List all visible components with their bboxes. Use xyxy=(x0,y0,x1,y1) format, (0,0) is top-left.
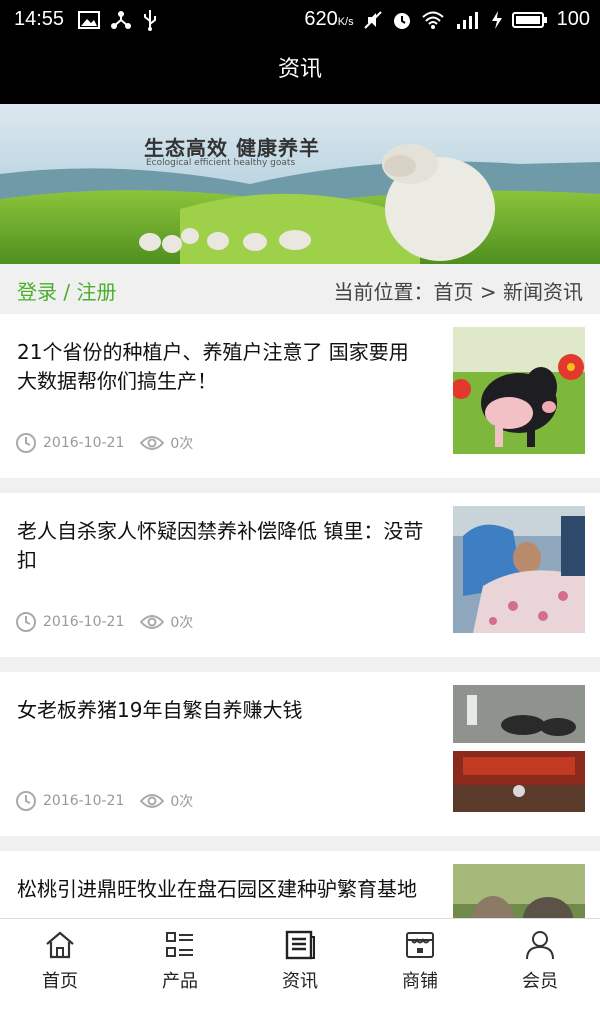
tab-products[interactable]: 产品 xyxy=(120,919,240,1001)
battery-icon xyxy=(511,11,547,28)
usb-icon xyxy=(144,10,156,31)
breadcrumb: 当前位置：首页 > 新闻资讯 xyxy=(333,280,583,304)
eye-icon xyxy=(140,615,165,629)
tab-label: 资讯 xyxy=(282,971,318,992)
tab-label: 产品 xyxy=(162,971,198,992)
news-title[interactable]: 老人自杀家人怀疑因禁养补偿降低 镇里：没苛扣 xyxy=(17,517,427,575)
mute-icon xyxy=(363,10,382,29)
news-meta: 2016-10-21 0次 xyxy=(15,611,193,633)
news-date: 2016-10-21 xyxy=(43,435,125,451)
store-icon xyxy=(406,932,434,958)
banner-slogan-en: Ecological efficient healthy goats xyxy=(146,158,296,168)
login-register-link[interactable]: 登录 / 注册 xyxy=(17,276,116,305)
alarm-icon xyxy=(393,12,410,29)
eye-icon xyxy=(140,794,165,808)
banner-landscape xyxy=(0,104,600,264)
news-meta: 2016-10-21 0次 xyxy=(15,790,193,812)
tab-member[interactable]: 会员 xyxy=(480,919,600,1001)
page-title: 资讯 xyxy=(277,57,322,82)
tab-label: 首页 xyxy=(42,971,78,992)
wifi-icon xyxy=(421,11,444,29)
pig-farm-and-meeting-photo xyxy=(453,685,585,812)
charging-icon xyxy=(491,10,502,29)
news-item[interactable]: 21个省份的种植户、养殖户注意了 国家要用大数据帮你们搞生产！ 2016-10-… xyxy=(0,314,600,478)
news-thumbnail[interactable] xyxy=(453,327,585,454)
banner-image[interactable]: 生态高效 健康养羊 Ecological efficient healthy g… xyxy=(0,104,600,264)
battery-level: 100 xyxy=(556,8,590,30)
network-speed: 620 xyxy=(304,8,338,30)
tab-label: 商铺 xyxy=(402,971,438,992)
news-thumbnail[interactable] xyxy=(453,506,585,633)
elder-in-bed-photo xyxy=(453,506,585,633)
network-speed-unit: K/s xyxy=(337,16,354,28)
status-bar: 14:55 620K/s 100 xyxy=(0,0,600,40)
banner-slogan: 生态高效 健康养羊 xyxy=(144,136,320,160)
news-date: 2016-10-21 xyxy=(43,793,125,809)
news-title[interactable]: 松桃引进鼎旺牧业在盘石园区建种驴繁育基地 xyxy=(17,875,427,904)
news-title[interactable]: 女老板养猪19年自繁自养赚大钱 xyxy=(17,696,427,725)
clock-icon xyxy=(16,433,36,453)
news-meta: 2016-10-21 0次 xyxy=(15,432,193,454)
tab-news[interactable]: 资讯 xyxy=(240,919,360,1001)
tab-store[interactable]: 商铺 xyxy=(360,919,480,1001)
news-icon xyxy=(285,930,315,960)
news-views: 0次 xyxy=(170,794,194,810)
share-icon xyxy=(111,11,131,29)
eye-icon xyxy=(140,436,165,450)
clock-icon xyxy=(16,612,36,632)
news-item[interactable]: 女老板养猪19年自繁自养赚大钱 2016-10-21 0次 xyxy=(0,672,600,836)
header-bar: 资讯 xyxy=(0,40,600,104)
news-views: 0次 xyxy=(170,615,194,631)
news-title[interactable]: 21个省份的种植户、养殖户注意了 国家要用大数据帮你们搞生产！ xyxy=(17,338,427,396)
member-icon xyxy=(526,931,554,960)
news-date: 2016-10-21 xyxy=(43,614,125,630)
news-views: 0次 xyxy=(170,436,194,452)
signal-4g-icon xyxy=(456,11,478,29)
pig-photo xyxy=(453,327,585,454)
product-list-icon xyxy=(166,932,193,957)
news-thumbnail[interactable] xyxy=(453,685,585,812)
breadcrumb-bar: 登录 / 注册 当前位置：首页 > 新闻资讯 xyxy=(0,264,600,314)
bottom-tab-bar: 首页 产品 资讯 商铺 会员 xyxy=(0,918,600,1001)
home-icon xyxy=(46,931,74,959)
news-item[interactable]: 老人自杀家人怀疑因禁养补偿降低 镇里：没苛扣 2016-10-21 0次 xyxy=(0,493,600,657)
status-time: 14:55 xyxy=(14,8,65,30)
gallery-icon xyxy=(78,11,100,29)
clock-icon xyxy=(16,791,36,811)
tab-home[interactable]: 首页 xyxy=(0,919,120,1001)
tab-label: 会员 xyxy=(522,971,558,992)
